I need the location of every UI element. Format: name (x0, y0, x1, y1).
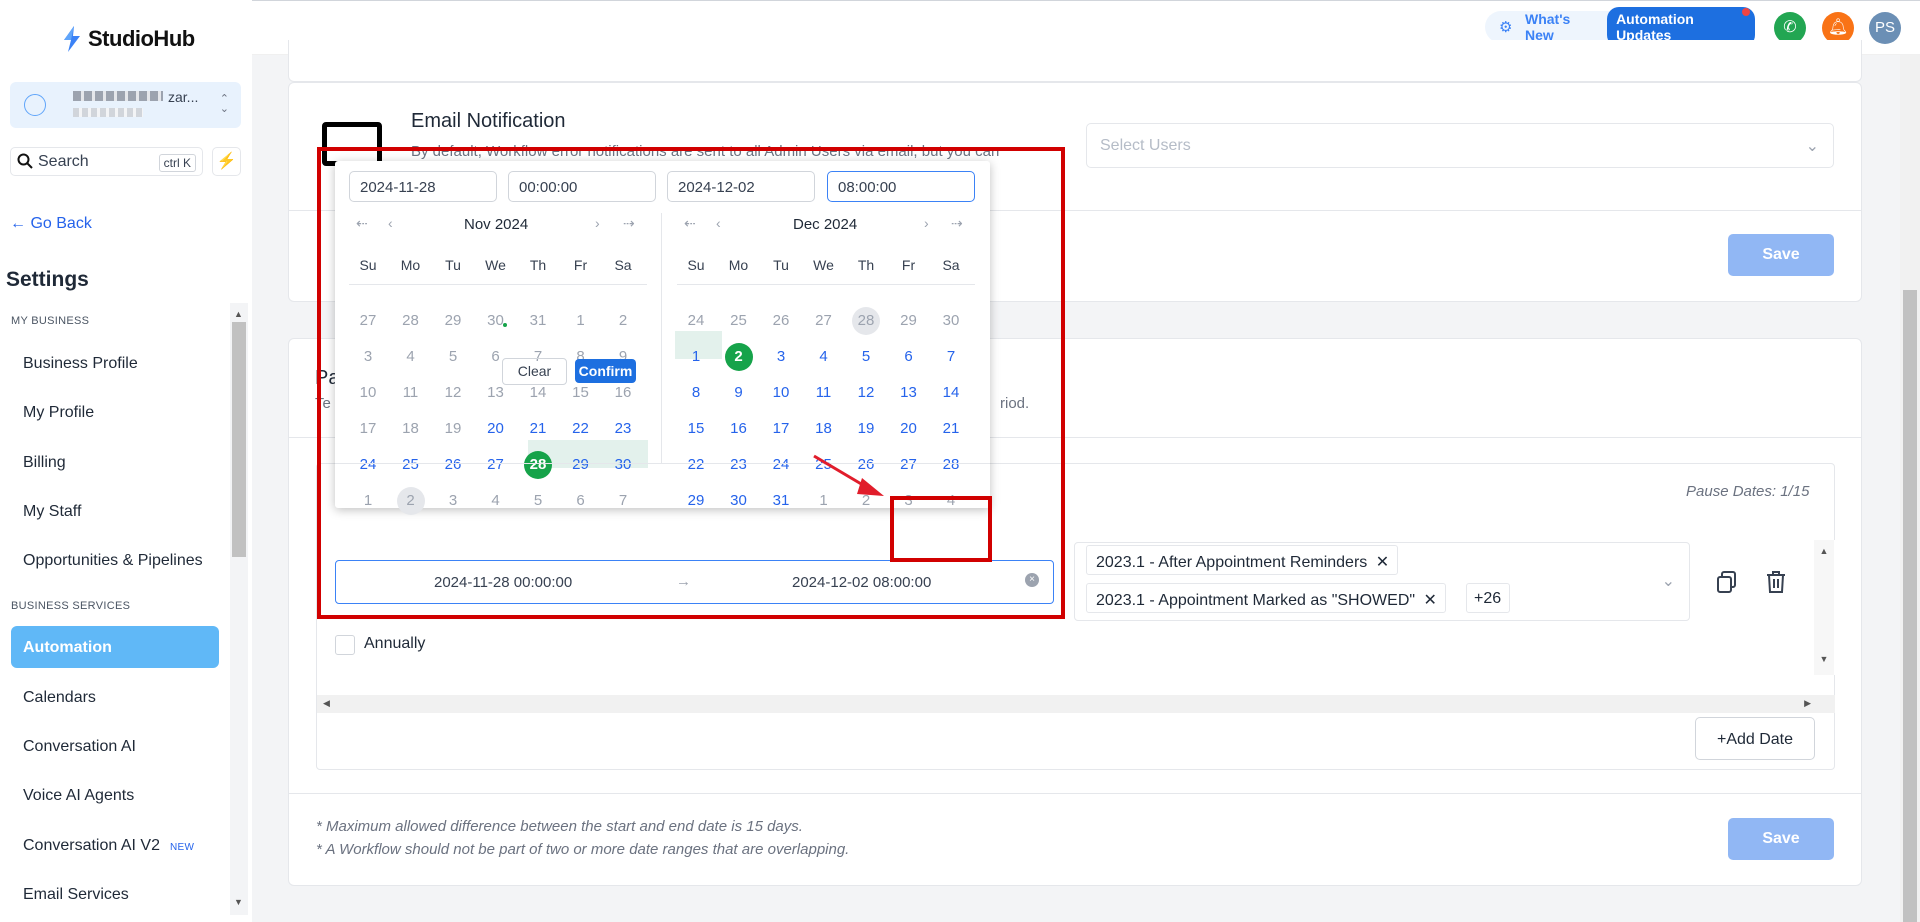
hint-no-overlap: * A Workflow should not be part of two o… (316, 841, 850, 858)
search-input[interactable]: Search ctrl K (10, 147, 203, 176)
page-scrollbar[interactable] (1900, 55, 1920, 922)
row-scrollbar[interactable]: ▲ ▼ (1814, 540, 1834, 675)
scroll-up-icon[interactable]: ▲ (1814, 546, 1834, 556)
scroll-down-icon[interactable]: ▼ (234, 897, 243, 907)
avatar[interactable]: PS (1869, 12, 1901, 44)
sidebar: StudioHub zar... ⌃ ⌄ Search ctrl K ⚡ ← Go… (0, 0, 252, 922)
plus-icon: + (1716, 731, 1727, 748)
scroll-up-icon[interactable]: ▲ (234, 309, 243, 319)
location-icon (24, 94, 46, 116)
bell-icon: 🔔︎ (1827, 19, 1849, 36)
workflow-tag-label: 2023.1 - Appointment Marked as "SHOWED" (1096, 592, 1416, 609)
chevron-down-icon: ⌄ (1661, 573, 1675, 590)
save-button-email[interactable]: Save (1728, 234, 1834, 276)
sidebar-item-billing[interactable]: Billing (11, 441, 219, 483)
copy-icon[interactable] (1716, 570, 1738, 594)
sidebar-item-business-profile[interactable]: Business Profile (11, 342, 219, 384)
search-icon (17, 153, 33, 169)
select-users-placeholder: Select Users (1100, 137, 1191, 154)
nav-section-my-business: MY BUSINESS (11, 315, 90, 327)
chevron-down-icon: ⌄ (1805, 138, 1819, 155)
notification-dot (1742, 8, 1750, 16)
sidebar-item-conversation-ai[interactable]: Conversation AI (11, 725, 219, 767)
sidebar-item-voice-ai-agents[interactable]: Voice AI Agents (11, 774, 219, 816)
scroll-right-icon[interactable]: ▶ (1804, 698, 1811, 709)
account-address-redacted (73, 108, 143, 117)
search-label: Search (38, 153, 89, 170)
add-date-button[interactable]: +Add Date (1695, 717, 1815, 760)
workflow-tag: 2023.1 - After Appointment Reminders ✕ (1086, 545, 1399, 575)
workflow-tag-label: 2023.1 - After Appointment Reminders (1096, 554, 1368, 571)
pause-dates-count: Pause Dates: 1/15 (1686, 483, 1810, 500)
save-button-pause[interactable]: Save (1728, 818, 1834, 860)
sidebar-item-calendars[interactable]: Calendars (11, 676, 219, 718)
workflow-tag: 2023.1 - Appointment Marked as "SHOWED" … (1086, 583, 1446, 613)
page-title: Settings (6, 268, 89, 291)
search-shortcut: ctrl K (158, 154, 196, 172)
sidebar-item-conversation-ai-v2[interactable]: Conversation AI V2 NEW (11, 824, 219, 866)
account-switcher[interactable]: zar... ⌃ ⌄ (10, 82, 241, 128)
confirm-highlight-box (890, 496, 992, 562)
previous-card (288, 40, 1862, 82)
sidebar-item-email-services[interactable]: Email Services (11, 873, 219, 915)
more-tags-count[interactable]: +26 (1466, 583, 1511, 613)
phone-icon: ✆ (1783, 19, 1797, 36)
sidebar-item-opportunities[interactable]: Opportunities & Pipelines (11, 539, 219, 581)
hint-max-difference: * Maximum allowed difference between the… (316, 818, 803, 835)
arrow-annotation-icon (813, 454, 884, 496)
go-back-link[interactable]: ← Go Back (10, 215, 92, 233)
horizontal-scrollbar[interactable]: ◀ ▶ (317, 695, 1835, 713)
sidebar-item-my-profile[interactable]: My Profile (11, 391, 219, 433)
email-notification-title: Email Notification (411, 110, 566, 132)
sidebar-item-label: Conversation AI V2 (23, 837, 160, 854)
account-name-redacted (73, 91, 163, 101)
brand-name: StudioHub (88, 26, 195, 51)
whats-new-link[interactable]: What's New (1525, 11, 1599, 43)
sidebar-item-automation[interactable]: Automation (11, 626, 219, 668)
card-divider (288, 793, 1862, 794)
annually-label: Annually (364, 635, 426, 652)
whats-new-pill[interactable]: ⚙ What's New Automation Updates (1485, 7, 1755, 47)
trash-icon[interactable] (1765, 570, 1787, 594)
add-date-label: Add Date (1726, 731, 1794, 748)
sidebar-scroll-thumb[interactable] (232, 322, 246, 557)
annually-checkbox[interactable] (335, 635, 355, 655)
rocket-icon: ⚙ (1499, 19, 1513, 36)
chevron-updown-icon: ⌃ ⌄ (219, 93, 229, 115)
scroll-down-icon[interactable]: ▼ (1814, 654, 1834, 664)
scroll-left-icon[interactable]: ◀ (323, 698, 330, 709)
page-scroll-thumb[interactable] (1903, 290, 1917, 922)
quick-action-button[interactable]: ⚡ (212, 147, 241, 176)
select-users-dropdown[interactable]: Select Users ⌄ (1086, 123, 1834, 168)
go-back-label: Go Back (30, 215, 92, 232)
sidebar-item-my-staff[interactable]: My Staff (11, 490, 219, 532)
remove-tag-icon[interactable]: ✕ (1376, 554, 1389, 571)
bolt-icon: ⚡ (216, 153, 237, 170)
brand-logo[interactable]: StudioHub (62, 26, 195, 52)
new-badge: NEW (169, 842, 195, 853)
remove-tag-icon[interactable]: ✕ (1424, 592, 1437, 609)
nav-section-business-services: BUSINESS SERVICES (11, 600, 131, 612)
logo-icon (64, 26, 80, 52)
account-name: zar... (168, 89, 199, 105)
